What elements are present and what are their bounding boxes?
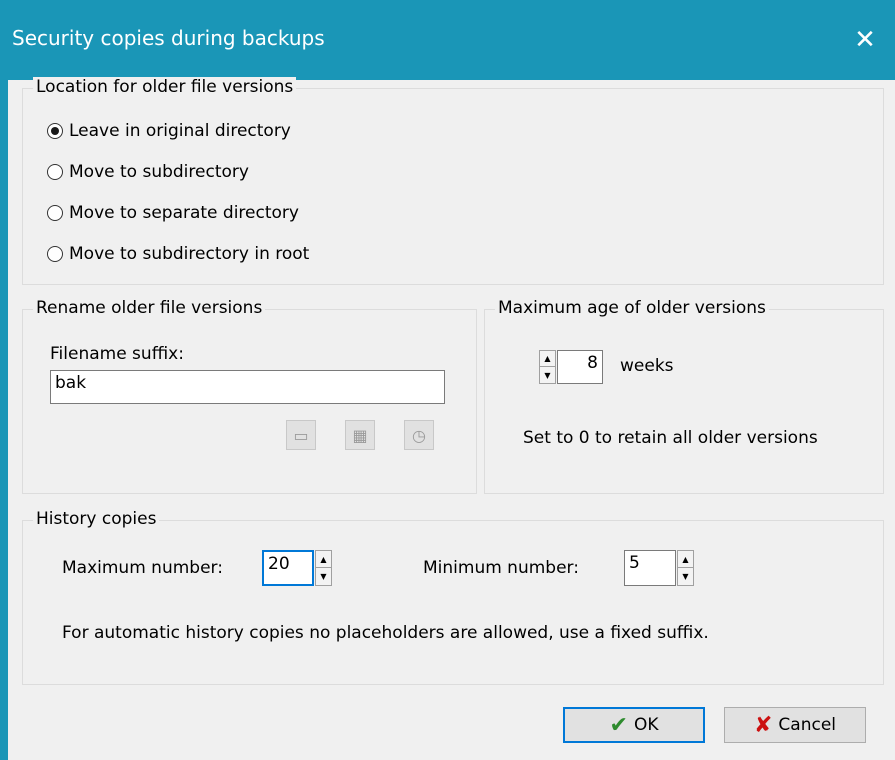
check-icon: ✔	[609, 712, 628, 738]
min-number-label: Minimum number:	[423, 558, 579, 578]
age-hint: Set to 0 to retain all older versions	[523, 428, 818, 448]
spin-up-icon[interactable]: ▲	[540, 351, 555, 367]
spin-down-icon[interactable]: ▼	[678, 568, 693, 585]
spin-down-icon[interactable]: ▼	[540, 367, 555, 383]
radio-indicator	[47, 164, 63, 180]
cancel-button[interactable]: ✘ Cancel	[724, 707, 866, 743]
window-title: Security copies during backups	[12, 26, 325, 50]
ok-label: OK	[633, 715, 659, 735]
radio-move-subdirectory[interactable]: Move to subdirectory	[47, 162, 249, 182]
radio-label: Move to subdirectory in root	[69, 244, 310, 264]
spin-up-icon[interactable]: ▲	[316, 551, 331, 568]
date-placeholder-icon[interactable]: ▦	[345, 420, 375, 450]
radio-label: Leave in original directory	[69, 121, 291, 141]
dialog-body: Location for older file versions Leave i…	[8, 77, 895, 760]
spin-up-icon[interactable]: ▲	[678, 551, 693, 568]
history-group: History copies Maximum number: 20 ▲ ▼ Mi…	[22, 509, 884, 685]
cancel-icon: ✘	[753, 712, 773, 738]
radio-indicator	[47, 246, 63, 262]
min-number-spinner[interactable]: ▲ ▼	[677, 550, 694, 586]
history-note: For automatic history copies no placehol…	[62, 623, 709, 643]
radio-move-root[interactable]: Move to subdirectory in root	[47, 244, 309, 264]
rename-legend: Rename older file versions	[33, 298, 266, 318]
radio-indicator	[47, 205, 63, 221]
radio-leave-original[interactable]: Leave in original directory	[47, 121, 291, 141]
location-legend: Location for older file versions	[33, 77, 297, 97]
history-legend: History copies	[33, 509, 160, 529]
age-input[interactable]: 8	[557, 350, 603, 384]
suffix-label: Filename suffix:	[50, 344, 184, 364]
max-number-spinner[interactable]: ▲ ▼	[315, 550, 332, 586]
time-placeholder-icon[interactable]: ◷	[404, 420, 434, 450]
radio-label: Move to separate directory	[69, 203, 299, 223]
close-icon[interactable]: ✕	[835, 12, 895, 68]
cancel-label: Cancel	[778, 715, 837, 735]
radio-label: Move to subdirectory	[69, 162, 249, 182]
ok-button[interactable]: ✔ OK	[563, 707, 705, 743]
radio-move-separate[interactable]: Move to separate directory	[47, 203, 299, 223]
rename-group: Rename older file versions Filename suff…	[22, 298, 477, 494]
max-number-input[interactable]: 20	[262, 550, 314, 586]
max-age-legend: Maximum age of older versions	[495, 298, 769, 318]
max-age-group: Maximum age of older versions ▲ ▼ 8 week…	[484, 298, 884, 494]
insert-placeholder-icon[interactable]: ▭	[286, 420, 316, 450]
age-unit-label: weeks	[620, 356, 674, 376]
spin-down-icon[interactable]: ▼	[316, 568, 331, 585]
location-group: Location for older file versions Leave i…	[22, 77, 884, 285]
suffix-input[interactable]: bak	[50, 370, 445, 404]
age-spinner[interactable]: ▲ ▼	[539, 350, 556, 384]
window-border	[0, 80, 8, 760]
min-number-input[interactable]: 5	[624, 550, 676, 586]
max-number-label: Maximum number:	[62, 558, 223, 578]
title-bar: Security copies during backups ✕	[0, 0, 895, 80]
radio-indicator	[47, 123, 63, 139]
